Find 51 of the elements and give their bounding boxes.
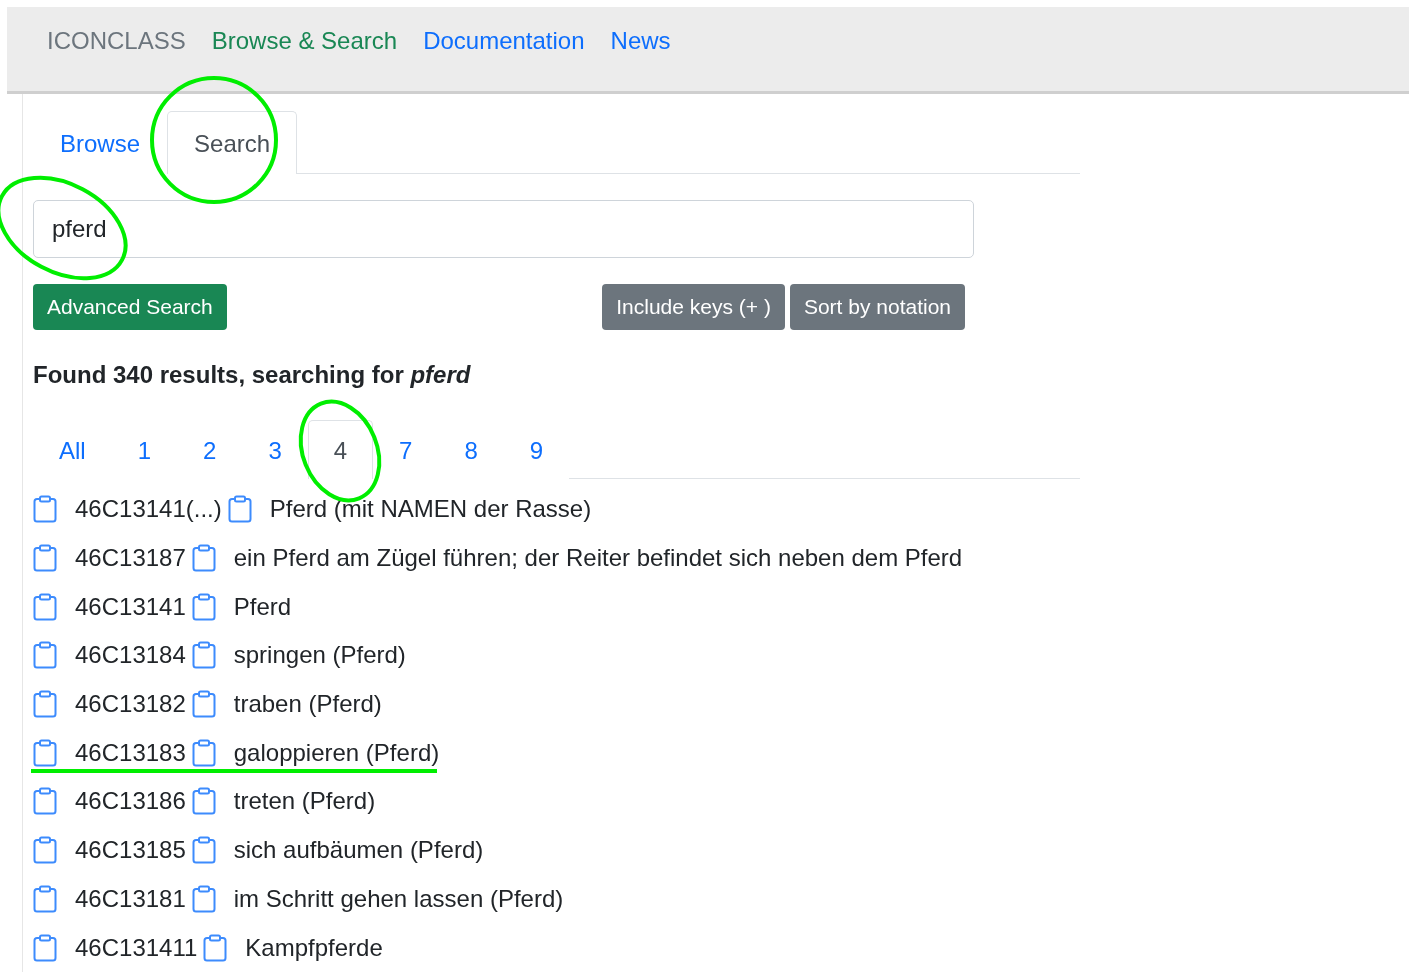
clipboard-icon[interactable]: [191, 787, 216, 816]
clipboard-icon[interactable]: [191, 544, 216, 573]
clipboard-icon[interactable]: [33, 690, 57, 719]
clipboard-icon[interactable]: [33, 544, 57, 573]
clipboard-icon[interactable]: [203, 933, 228, 962]
clipboard-icon[interactable]: [33, 787, 57, 816]
clipboard-icon[interactable]: [33, 495, 57, 524]
clipboard-icon[interactable]: [191, 592, 216, 621]
result-description[interactable]: galoppieren (Pferd): [233, 738, 440, 767]
result-description[interactable]: Pferd (mit NAMEN der Rasse): [269, 495, 592, 524]
clipboard-icon[interactable]: [33, 738, 57, 767]
clipboard-icon[interactable]: [191, 641, 216, 670]
clipboard-icon[interactable]: [33, 592, 57, 621]
clipboard-icon[interactable]: [33, 933, 57, 962]
result-description[interactable]: sich aufbäumen (Pferd): [233, 836, 484, 865]
clipboard-icon[interactable]: [33, 836, 57, 865]
clipboard-icon[interactable]: [191, 884, 216, 913]
result-description[interactable]: Pferd: [233, 592, 292, 621]
notation-link[interactable]: 46C13185: [75, 836, 186, 865]
clipboard-icon[interactable]: [191, 690, 216, 719]
tab[interactable]: Search: [167, 111, 298, 174]
result-description[interactable]: treten (Pferd): [233, 787, 376, 816]
result-description[interactable]: im Schritt gehen lassen (Pferd): [233, 884, 564, 913]
clipboard-icon[interactable]: [33, 884, 57, 913]
advanced-search-button[interactable]: Advanced Search: [33, 284, 227, 330]
nav-link[interactable]: Browse & Search: [211, 27, 398, 55]
clipboard-icon[interactable]: [33, 641, 57, 670]
notation-link[interactable]: 46C13187: [75, 544, 186, 573]
notation-link[interactable]: 46C13141(...): [75, 495, 222, 524]
include-keys-button[interactable]: Include keys (+ ): [602, 284, 785, 330]
clipboard-icon[interactable]: [227, 495, 252, 524]
nav-link[interactable]: Documentation: [423, 27, 585, 55]
notation-link[interactable]: 46C13182: [75, 690, 186, 719]
clipboard-icon[interactable]: [191, 738, 216, 767]
page-tab[interactable]: 4: [307, 420, 374, 479]
sort-button[interactable]: Sort by notation: [789, 284, 965, 330]
result-description[interactable]: ein Pferd am Zügel führen; der Reiter befindet sich neben dem Pferd: [233, 544, 963, 573]
notation-link[interactable]: 46C13141: [75, 592, 186, 621]
result-description[interactable]: Kampfpferde: [245, 933, 383, 962]
search-field[interactable]: pferd: [33, 200, 974, 258]
result-description[interactable]: springen (Pferd): [233, 641, 406, 670]
notation-link[interactable]: 46C131411: [75, 933, 198, 962]
results-heading: Found 340 results, searching for pferd: [33, 360, 472, 390]
result-description[interactable]: traben (Pferd): [233, 690, 382, 719]
notation-link[interactable]: 46C13181: [75, 884, 186, 913]
notation-link[interactable]: 46C13183: [75, 738, 186, 767]
notation-link[interactable]: 46C13186: [75, 787, 186, 816]
nav-link[interactable]: News: [610, 27, 671, 55]
notation-link[interactable]: 46C13184: [75, 641, 186, 670]
brand-link[interactable]: ICONCLASS: [47, 27, 186, 55]
clipboard-icon[interactable]: [191, 836, 216, 865]
